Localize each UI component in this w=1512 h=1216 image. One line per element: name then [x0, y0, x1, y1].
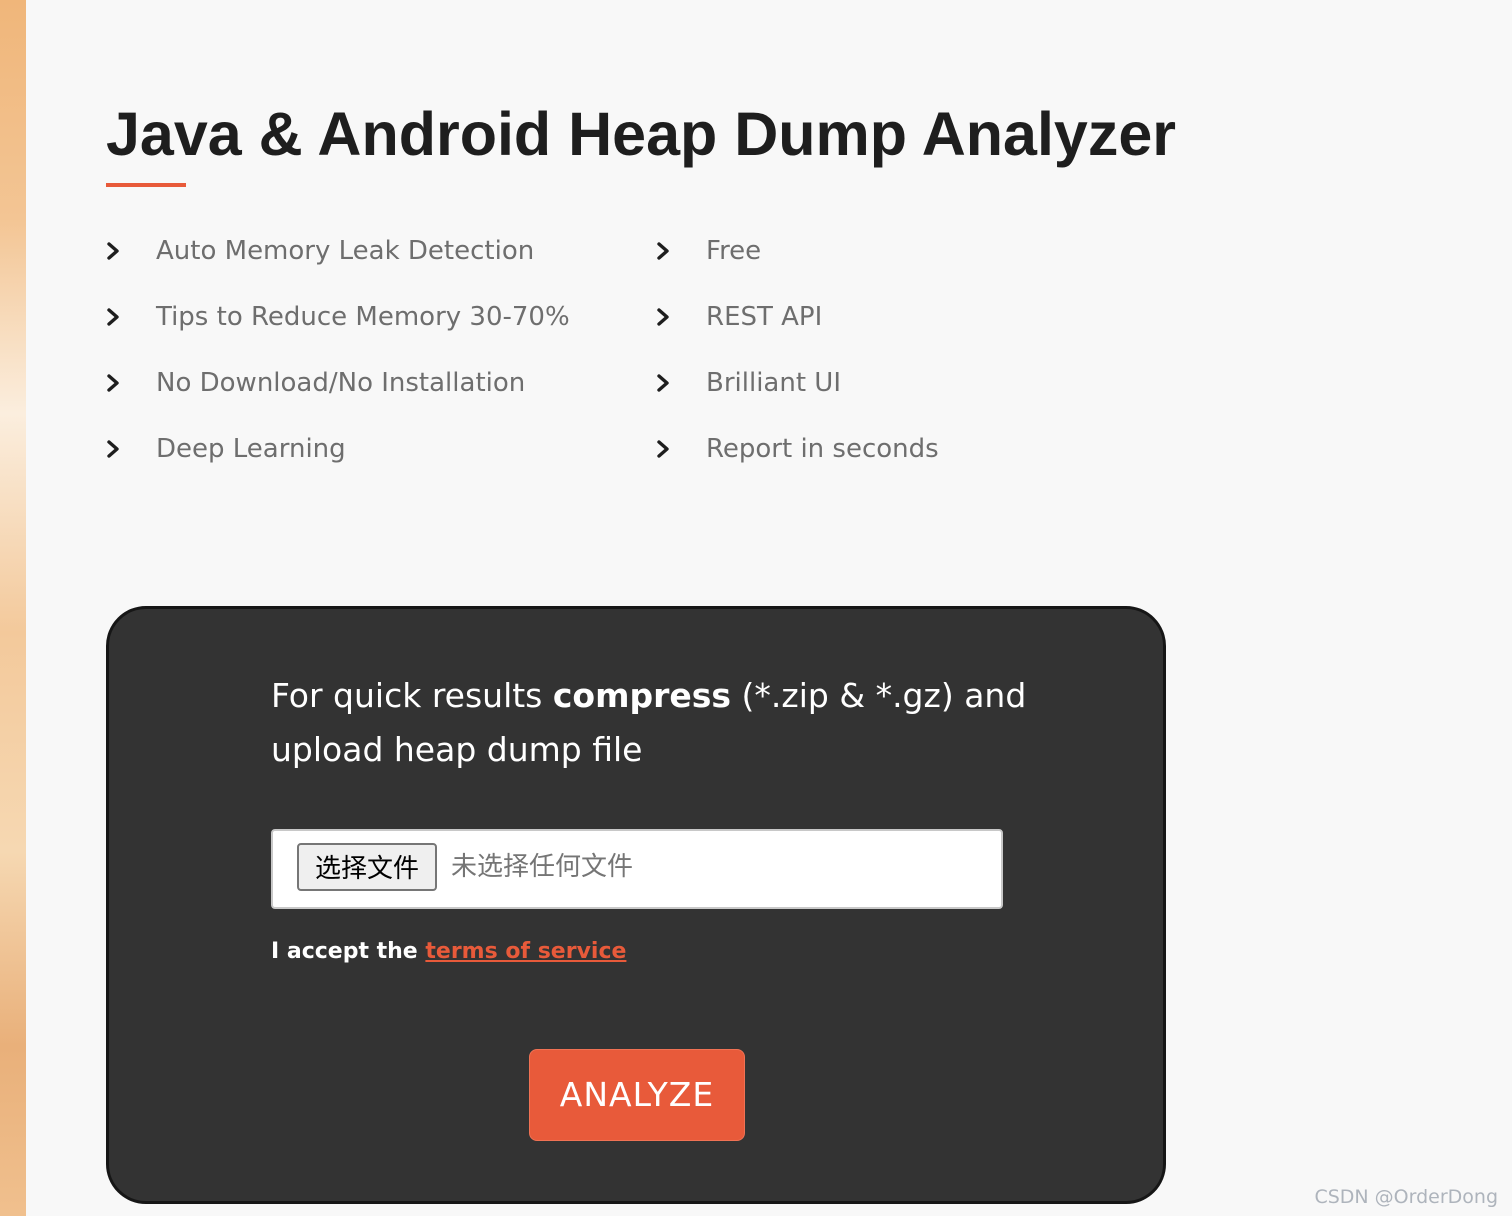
choose-file-button[interactable]: 选择文件 [297, 843, 437, 891]
chevron-right-icon [106, 373, 156, 393]
feature-item: Brilliant UI [656, 350, 1106, 416]
feature-item: REST API [656, 284, 1106, 350]
watermark: CSDN @OrderDong [1314, 1186, 1498, 1208]
terms-of-service-link[interactable]: terms of service [425, 939, 626, 964]
feature-item: Auto Memory Leak Detection [106, 218, 656, 284]
feature-item: Tips to Reduce Memory 30-70% [106, 284, 656, 350]
page: Java & Android Heap Dump Analyzer Auto M… [0, 0, 1512, 1216]
feature-item: No Download/No Installation [106, 350, 656, 416]
feature-label: Report in seconds [706, 434, 939, 464]
left-decorative-strip [0, 0, 26, 1216]
page-title: Java & Android Heap Dump Analyzer [106, 100, 1177, 168]
analyze-button[interactable]: ANALYZE [529, 1049, 745, 1141]
chevron-right-icon [656, 373, 706, 393]
chevron-right-icon [656, 307, 706, 327]
feature-item: Deep Learning [106, 416, 656, 482]
feature-label: REST API [706, 302, 823, 332]
feature-item: Free [656, 218, 1106, 284]
chevron-right-icon [106, 307, 156, 327]
feature-label: Free [706, 236, 762, 266]
feature-label: Tips to Reduce Memory 30-70% [156, 302, 570, 332]
feature-label: Brilliant UI [706, 368, 841, 398]
upload-instructions: For quick results compress (*.zip & *.gz… [271, 669, 1031, 777]
terms-prefix: I accept the [271, 939, 426, 964]
feature-item: Report in seconds [656, 416, 1106, 482]
chevron-right-icon [656, 241, 706, 261]
upload-card: For quick results compress (*.zip & *.gz… [106, 606, 1166, 1204]
file-input[interactable]: 选择文件 未选择任何文件 [271, 829, 1003, 909]
file-status-text: 未选择任何文件 [451, 852, 634, 882]
instruction-emphasis: compress [552, 676, 732, 715]
chevron-right-icon [106, 439, 156, 459]
chevron-right-icon [106, 241, 156, 261]
feature-list: Auto Memory Leak Detection Free Tips to … [106, 218, 1106, 482]
title-underline [106, 183, 186, 187]
feature-label: No Download/No Installation [156, 368, 526, 398]
instruction-prefix: For quick results [271, 676, 553, 715]
terms-acceptance: I accept the terms of service [271, 939, 626, 964]
feature-label: Deep Learning [156, 434, 346, 464]
feature-label: Auto Memory Leak Detection [156, 236, 535, 266]
chevron-right-icon [656, 439, 706, 459]
